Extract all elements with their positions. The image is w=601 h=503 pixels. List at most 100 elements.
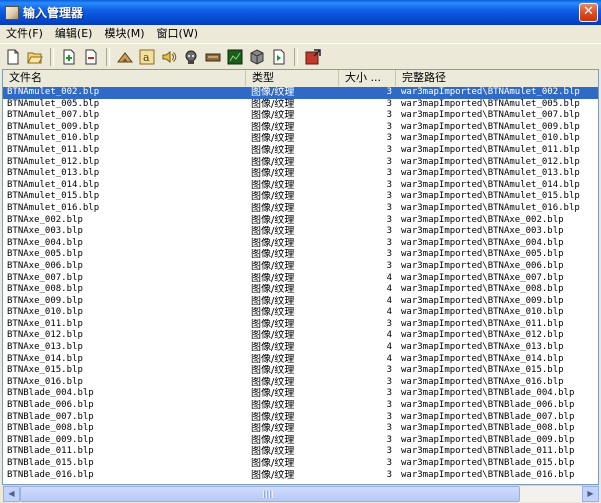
table-row[interactable]: BTNAxe_002.blp 图像/纹理 3 war3mapImported\BTNA…	[3, 215, 598, 227]
cell-full-path: war3mapImported\BTNAmulet_010.blp	[401, 133, 580, 144]
cell-size: 3	[386, 168, 392, 179]
cell-type: 图像/纹理	[251, 144, 295, 156]
cell-full-path: war3mapImported\BTNAmulet_011.blp	[401, 144, 580, 155]
terrain-button[interactable]	[224, 46, 245, 67]
table-row[interactable]: BTNAxe_009.blp 图像/纹理 4 war3mapImported\BTNA…	[3, 296, 598, 308]
table-row[interactable]: BTNAmulet_013.blp 图像/纹理 3 war3mapImported\B…	[3, 168, 598, 180]
column-header-path[interactable]: 完整路径	[396, 70, 598, 86]
scroll-right-button[interactable]: ▶	[582, 486, 599, 502]
table-row[interactable]: BTNAxe_016.blp 图像/纹理 3 war3mapImported\BTNA…	[3, 377, 598, 389]
menu-file[interactable]: 文件(F)	[0, 25, 49, 43]
table-row[interactable]: BTNBlade_016.blp 图像/纹理 3 war3mapImported\BT…	[3, 470, 598, 482]
table-row[interactable]: BTNAxe_008.blp 图像/纹理 4 war3mapImported\BTNA…	[3, 284, 598, 296]
column-header-size[interactable]: 大小 ...	[339, 70, 396, 86]
table-row[interactable]: BTNAmulet_010.blp 图像/纹理 3 war3mapImported\B…	[3, 133, 598, 145]
column-header-name[interactable]: 文件名	[3, 70, 246, 86]
table-row[interactable]: BTNAxe_006.blp 图像/纹理 3 war3mapImported\BTNA…	[3, 261, 598, 273]
table-row[interactable]: BTNAxe_003.blp 图像/纹理 3 war3mapImported\BTNA…	[3, 226, 598, 238]
cell-size: 3	[386, 411, 392, 422]
table-row[interactable]: BTNAxe_010.blp 图像/纹理 4 war3mapImported\BTNA…	[3, 307, 598, 319]
table-row[interactable]: BTNAxe_012.blp 图像/纹理 4 war3mapImported\BTNA…	[3, 330, 598, 342]
close-button[interactable]: ✕	[579, 3, 598, 22]
scrollbar-thumb[interactable]	[20, 486, 520, 502]
cell-full-path: war3mapImported\BTNBlade_009.blp	[401, 434, 575, 445]
table-row[interactable]: BTNBlade_007.blp 图像/纹理 3 war3mapImported\BT…	[3, 412, 598, 424]
table-row[interactable]: BTNBlade_008.blp 图像/纹理 3 war3mapImported\BT…	[3, 423, 598, 435]
export-file-button[interactable]	[80, 46, 101, 67]
cell-type: 图像/纹理	[251, 202, 295, 214]
cell-size: 3	[386, 237, 392, 248]
cell-file-name: BTNAxe_010.blp	[7, 307, 83, 318]
table-row[interactable]: BTNAmulet_011.blp 图像/纹理 3 war3mapImported\B…	[3, 145, 598, 157]
table-row[interactable]: BTNAxe_015.blp 图像/纹理 3 war3mapImported\BTNA…	[3, 365, 598, 377]
toolbar-separator	[50, 47, 54, 66]
table-row[interactable]: BTNBlade_015.blp 图像/纹理 3 war3mapImported\BT…	[3, 458, 598, 470]
sound-button[interactable]	[158, 46, 179, 67]
cell-full-path: war3mapImported\BTNBlade_011.blp	[401, 446, 575, 457]
open-folder-button[interactable]	[24, 46, 45, 67]
cell-type: 图像/纹理	[251, 411, 295, 423]
table-row[interactable]: BTNAmulet_014.blp 图像/纹理 3 war3mapImported\B…	[3, 180, 598, 192]
horizontal-scrollbar[interactable]: ◀ ▶	[3, 485, 599, 502]
scrollbar-grip	[263, 491, 273, 498]
table-row[interactable]: BTNAmulet_009.blp 图像/纹理 3 war3mapImported\B…	[3, 122, 598, 134]
column-header-type[interactable]: 类型	[246, 70, 339, 86]
menu-module[interactable]: 模块(M)	[98, 25, 150, 43]
table-row[interactable]: BTNAmulet_005.blp 图像/纹理 3 war3mapImported\B…	[3, 99, 598, 111]
cell-size: 3	[386, 214, 392, 225]
font-button[interactable]: a	[136, 46, 157, 67]
exit-button[interactable]	[302, 46, 323, 67]
exit-icon	[305, 48, 321, 64]
keyboard-button[interactable]	[202, 46, 223, 67]
cell-type: 图像/纹理	[251, 110, 295, 122]
cell-size: 3	[386, 191, 392, 202]
table-row[interactable]: BTNBlade_011.blp 图像/纹理 3 war3mapImported\BT…	[3, 446, 598, 458]
menu-edit[interactable]: 编辑(E)	[49, 25, 99, 43]
table-row[interactable]: BTNBlade_006.blp 图像/纹理 3 war3mapImported\BT…	[3, 400, 598, 412]
table-row[interactable]: BTNBlade_009.blp 图像/纹理 3 war3mapImported\BT…	[3, 435, 598, 447]
table-row[interactable]: BTNAxe_005.blp 图像/纹理 3 war3mapImported\BTNA…	[3, 249, 598, 261]
cell-type: 图像/纹理	[251, 179, 295, 191]
ai-button[interactable]	[180, 46, 201, 67]
menu-window[interactable]: 窗口(W)	[151, 25, 204, 43]
properties-button[interactable]	[268, 46, 289, 67]
table-row[interactable]: BTNAmulet_012.blp 图像/纹理 3 war3mapImported\B…	[3, 157, 598, 169]
table-row[interactable]: BTNAxe_004.blp 图像/纹理 3 war3mapImported\BTNA…	[3, 238, 598, 250]
new-file-button[interactable]	[2, 46, 23, 67]
cell-full-path: war3mapImported\BTNAxe_014.blp	[401, 353, 564, 364]
title-bar[interactable]: 输入管理器 ✕	[0, 0, 601, 25]
cell-size: 3	[386, 376, 392, 387]
scroll-left-button[interactable]: ◀	[3, 486, 20, 502]
cube-button[interactable]	[246, 46, 267, 67]
sound-icon	[162, 50, 176, 63]
cell-full-path: war3mapImported\BTNAxe_003.blp	[401, 226, 564, 237]
cell-type: 图像/纹理	[251, 168, 295, 180]
table-row[interactable]: BTNAmulet_015.blp 图像/纹理 3 war3mapImported\B…	[3, 191, 598, 203]
cell-file-name: BTNAxe_012.blp	[7, 330, 83, 341]
table-row[interactable]: BTNAmulet_002.blp 图像/纹理 3 war3mapImported\B…	[3, 87, 598, 99]
table-row[interactable]: BTNAxe_014.blp 图像/纹理 4 war3mapImported\BTNA…	[3, 354, 598, 366]
cell-type: 图像/纹理	[251, 87, 295, 98]
cell-type: 图像/纹理	[251, 353, 295, 365]
table-row[interactable]: BTNAxe_011.blp 图像/纹理 3 war3mapImported\BTNA…	[3, 319, 598, 331]
file-list[interactable]: 文件名 类型 大小 ... 完整路径 BTNAmulet_002.blp 图像/纹…	[2, 69, 599, 485]
cell-full-path: war3mapImported\BTNAxe_008.blp	[401, 284, 564, 295]
cell-file-name: BTNBlade_004.blp	[7, 388, 94, 399]
cell-full-path: war3mapImported\BTNBlade_008.blp	[401, 423, 575, 434]
cell-type: 图像/纹理	[251, 423, 295, 435]
table-row[interactable]: BTNAxe_013.blp 图像/纹理 4 war3mapImported\BTNA…	[3, 342, 598, 354]
cell-type: 图像/纹理	[251, 318, 295, 330]
app-icon	[5, 5, 19, 20]
cell-file-name: BTNAxe_008.blp	[7, 284, 83, 295]
table-row[interactable]: BTNAmulet_016.blp 图像/纹理 3 war3mapImported\B…	[3, 203, 598, 215]
cell-full-path: war3mapImported\BTNAmulet_016.blp	[401, 202, 580, 213]
cell-size: 3	[386, 179, 392, 190]
menu-bar: 文件(F) 编辑(E) 模块(M) 窗口(W)	[0, 25, 601, 43]
model-button[interactable]	[114, 46, 135, 67]
cell-file-name: BTNBlade_006.blp	[7, 400, 94, 411]
table-row[interactable]: BTNAmulet_007.blp 图像/纹理 3 war3mapImported\B…	[3, 110, 598, 122]
table-row[interactable]: BTNAxe_007.blp 图像/纹理 4 war3mapImported\BTNA…	[3, 273, 598, 285]
import-file-button[interactable]	[58, 46, 79, 67]
cell-type: 图像/纹理	[251, 260, 295, 272]
table-row[interactable]: BTNBlade_004.blp 图像/纹理 3 war3mapImported\BT…	[3, 388, 598, 400]
